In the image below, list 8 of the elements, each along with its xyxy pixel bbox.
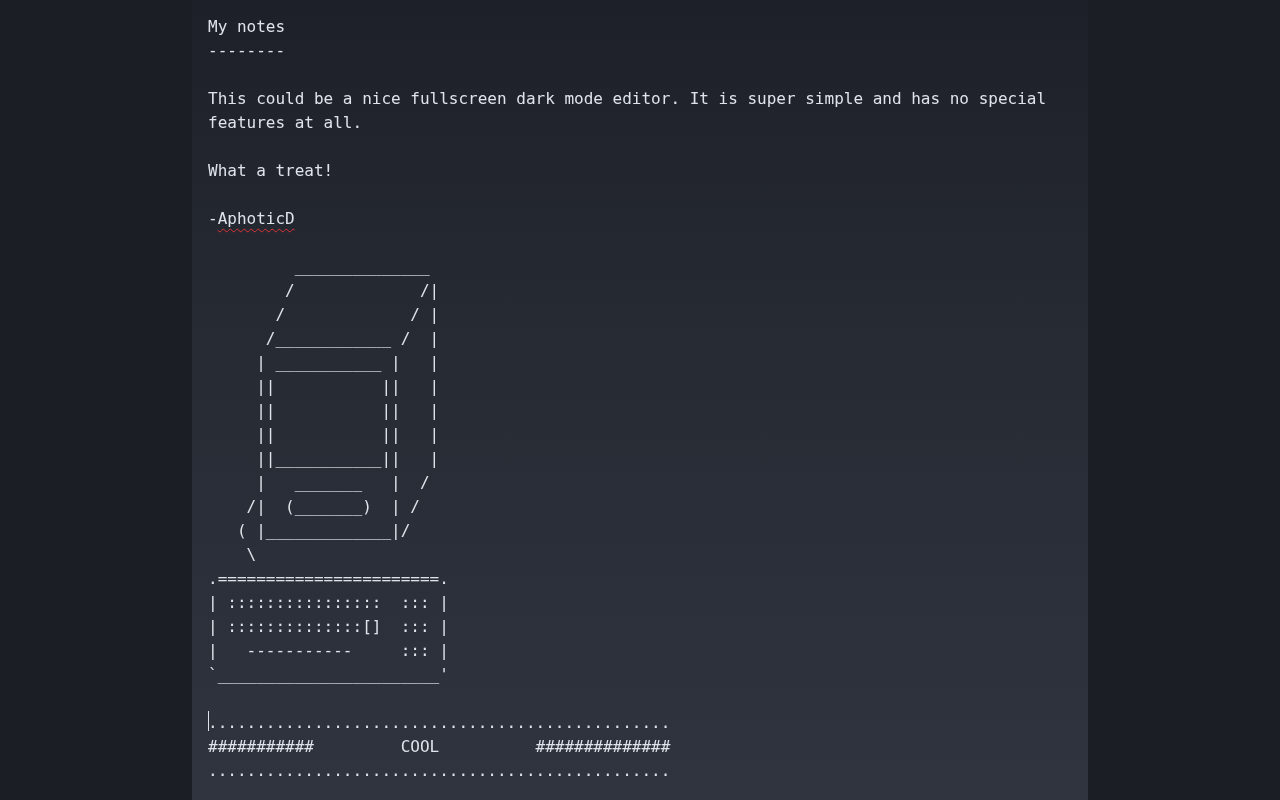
cool-ascii-text: ................................................ ########### COOL ############## ................................................ bbox=[208, 712, 671, 782]
title-underline: -------- bbox=[208, 40, 286, 62]
ascii-art-computer: ______________ / /| / / | /____________ / | | ___________ | | || || | || || | || || | ||___________|| | | _______ | / /| (_______) | / ( |_____________|/ \ .=======================. | :::::::::::::::: ::: | | ::::::::::::::[] ::: | | ----------- ::: | `_______________________' bbox=[208, 256, 449, 686]
note-title: My notes bbox=[208, 16, 286, 38]
signature: -AphoticD bbox=[208, 208, 295, 230]
editor-panel[interactable] bbox=[192, 0, 1088, 800]
paragraph: This could be a nice fullscreen dark mode editor. It is super simple and has no special features at all. bbox=[208, 88, 1048, 134]
paragraph: What a treat! bbox=[208, 160, 334, 182]
